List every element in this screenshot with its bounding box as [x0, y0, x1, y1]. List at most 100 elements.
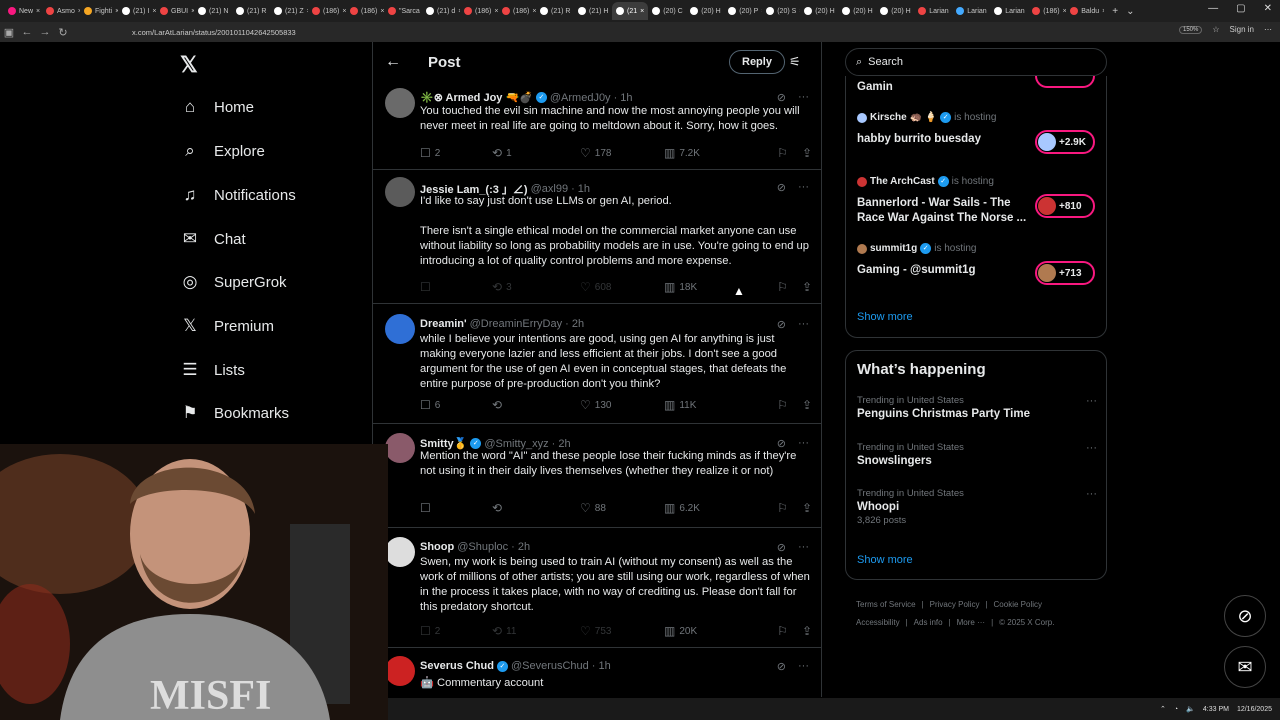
- more-options-icon[interactable]: ···: [798, 541, 809, 554]
- browser-tab[interactable]: (21) d×: [422, 2, 460, 20]
- author-handle[interactable]: @Smitty_xyz: [484, 438, 548, 450]
- clock-time[interactable]: 4:33 PM: [1203, 706, 1229, 713]
- messages-fab-icon[interactable]: ✉: [1224, 646, 1266, 688]
- browser-tab[interactable]: Larian×: [914, 2, 952, 20]
- browser-tab[interactable]: (186) ×: [460, 2, 498, 20]
- live-title[interactable]: habby burrito buesday: [857, 132, 1027, 147]
- avatar[interactable]: [385, 88, 415, 118]
- browser-tab[interactable]: (20) H×: [876, 2, 914, 20]
- more-options-icon[interactable]: ···: [798, 91, 809, 104]
- like-button[interactable]: ♡ 608: [580, 280, 664, 294]
- share-icon[interactable]: ⇪: [802, 280, 812, 294]
- author-handle[interactable]: @Shuploc: [457, 541, 508, 553]
- show-more-link[interactable]: Show more: [857, 554, 913, 566]
- browser-tab[interactable]: (20) S×: [762, 2, 800, 20]
- bookmark-button[interactable]: ⚐ ⇪: [777, 501, 812, 515]
- views-button[interactable]: ▥ 11K: [664, 398, 756, 412]
- maximize-icon[interactable]: ▢: [1236, 3, 1245, 14]
- reply-filter-icon[interactable]: ⚟: [789, 54, 801, 70]
- browser-tab[interactable]: New ×: [4, 2, 42, 20]
- footer-link[interactable]: Accessibility: [856, 618, 900, 627]
- browser-tab[interactable]: (21) H×: [574, 2, 612, 20]
- sidebar-item-notifications[interactable]: ♫ Notifications: [180, 185, 296, 205]
- listener-pill[interactable]: +2.9K: [1035, 130, 1095, 154]
- views-button[interactable]: ▥ 7.2K: [664, 146, 756, 160]
- host-name[interactable]: The ArchCast: [870, 176, 935, 187]
- bookmark-button[interactable]: ⚐ ⇪: [777, 146, 812, 160]
- more-options-icon[interactable]: ···: [1086, 395, 1097, 407]
- forward-icon[interactable]: →: [36, 26, 54, 38]
- grok-explain-icon[interactable]: ⊘: [777, 541, 786, 554]
- live-item-title[interactable]: Gamin: [857, 80, 1027, 95]
- tab-close-icon[interactable]: ×: [36, 8, 40, 15]
- repost-button[interactable]: ⟲ 1: [492, 146, 580, 160]
- new-tab-icon[interactable]: +: [1112, 6, 1118, 17]
- browser-tab[interactable]: (20) C×: [648, 2, 686, 20]
- trend-name[interactable]: Snowslingers: [857, 455, 1097, 467]
- grok-explain-icon[interactable]: ⊘: [777, 318, 786, 331]
- browser-tab[interactable]: (186) ×: [346, 2, 384, 20]
- trend-name[interactable]: Penguins Christmas Party Time: [857, 408, 1097, 420]
- reply-button[interactable]: ☐ 2: [420, 624, 492, 638]
- trend-name[interactable]: Whoopi: [857, 501, 1097, 513]
- close-icon[interactable]: ✕: [1264, 3, 1272, 14]
- zoom-indicator[interactable]: 150%: [1179, 25, 1203, 34]
- network-icon[interactable]: ◔: [1174, 706, 1178, 713]
- show-more-link[interactable]: Show more: [857, 311, 913, 323]
- grok-explain-icon[interactable]: ⊘: [777, 660, 786, 673]
- back-arrow-icon[interactable]: ←: [385, 53, 403, 71]
- author-name[interactable]: Severus Chud: [420, 660, 494, 672]
- browser-tab[interactable]: (21) Z×: [270, 2, 308, 20]
- avatar[interactable]: [385, 656, 415, 686]
- live-title[interactable]: Gaming - @summit1g: [857, 263, 1027, 278]
- sidebar-item-chat[interactable]: ✉ Chat: [180, 229, 246, 249]
- author-handle[interactable]: @ArmedJ0y: [550, 92, 611, 104]
- tray-chevron-icon[interactable]: ⌃: [1160, 705, 1166, 713]
- sidebar-item-lists[interactable]: ☰ Lists: [180, 360, 244, 380]
- avatar[interactable]: [385, 433, 415, 463]
- reply-button[interactable]: ☐ 6: [420, 398, 492, 412]
- host-row[interactable]: The ArchCast ✓ is hosting: [857, 176, 994, 187]
- avatar[interactable]: [385, 537, 415, 567]
- footer-link[interactable]: Ads info: [914, 618, 943, 627]
- reply-button[interactable]: Reply: [729, 50, 785, 74]
- browser-tab[interactable]: (20) H×: [800, 2, 838, 20]
- browser-tab[interactable]: (20) H×: [838, 2, 876, 20]
- sidebar-item-supergrok[interactable]: ◎ SuperGrok: [180, 272, 287, 292]
- sidebar-item-home[interactable]: ⌂ Home: [180, 97, 254, 117]
- author-name[interactable]: ✳️⊗ Armed Joy 🔫💣: [420, 91, 533, 104]
- browser-tab[interactable]: (186) ×: [308, 2, 346, 20]
- author-name[interactable]: Shoop: [420, 541, 454, 553]
- views-button[interactable]: ▥ 20K: [664, 624, 756, 638]
- like-button[interactable]: ♡ 178: [580, 146, 664, 160]
- browser-tab[interactable]: (21) R×: [232, 2, 270, 20]
- bookmark-button[interactable]: ⚐ ⇪: [777, 280, 812, 294]
- share-icon[interactable]: ⇪: [802, 146, 812, 160]
- x-logo-icon[interactable]: 𝕏: [180, 52, 198, 78]
- grok-explain-icon[interactable]: ⊘: [777, 91, 786, 104]
- repost-button[interactable]: ⟲: [492, 501, 580, 515]
- host-row[interactable]: summit1g ✓ is hosting: [857, 243, 976, 254]
- back-icon[interactable]: ←: [18, 26, 36, 38]
- more-options-icon[interactable]: ···: [798, 660, 809, 673]
- host-name[interactable]: Kirsche 🦔 🍦: [870, 112, 937, 123]
- post-time[interactable]: · 2h: [552, 438, 571, 450]
- host-row[interactable]: Kirsche 🦔 🍦 ✓ is hosting: [857, 112, 996, 123]
- browser-tab[interactable]: (21) I ×: [118, 2, 156, 20]
- browser-tab[interactable]: GBUI ×: [156, 2, 194, 20]
- trend-item[interactable]: Trending in United States Whoopi 3,826 pos…: [857, 488, 1097, 526]
- trend-item[interactable]: Trending in United States Snowslingers ···: [857, 442, 1097, 467]
- views-button[interactable]: ▥ 6.2K: [664, 501, 756, 515]
- footer-link[interactable]: More ···: [957, 618, 985, 627]
- reply-button[interactable]: ☐: [420, 280, 492, 294]
- host-name[interactable]: summit1g: [870, 243, 917, 254]
- avatar[interactable]: [385, 314, 415, 344]
- minimize-icon[interactable]: —: [1208, 3, 1218, 14]
- browser-tab[interactable]: Larian×: [952, 2, 990, 20]
- more-options-icon[interactable]: ···: [798, 181, 809, 194]
- browser-tab[interactable]: (20) H×: [686, 2, 724, 20]
- live-pill-partial[interactable]: [1035, 76, 1095, 88]
- browser-tab[interactable]: (21) N×: [194, 2, 232, 20]
- tab-list-icon[interactable]: ⌄: [1126, 6, 1134, 17]
- avatar[interactable]: [385, 177, 415, 207]
